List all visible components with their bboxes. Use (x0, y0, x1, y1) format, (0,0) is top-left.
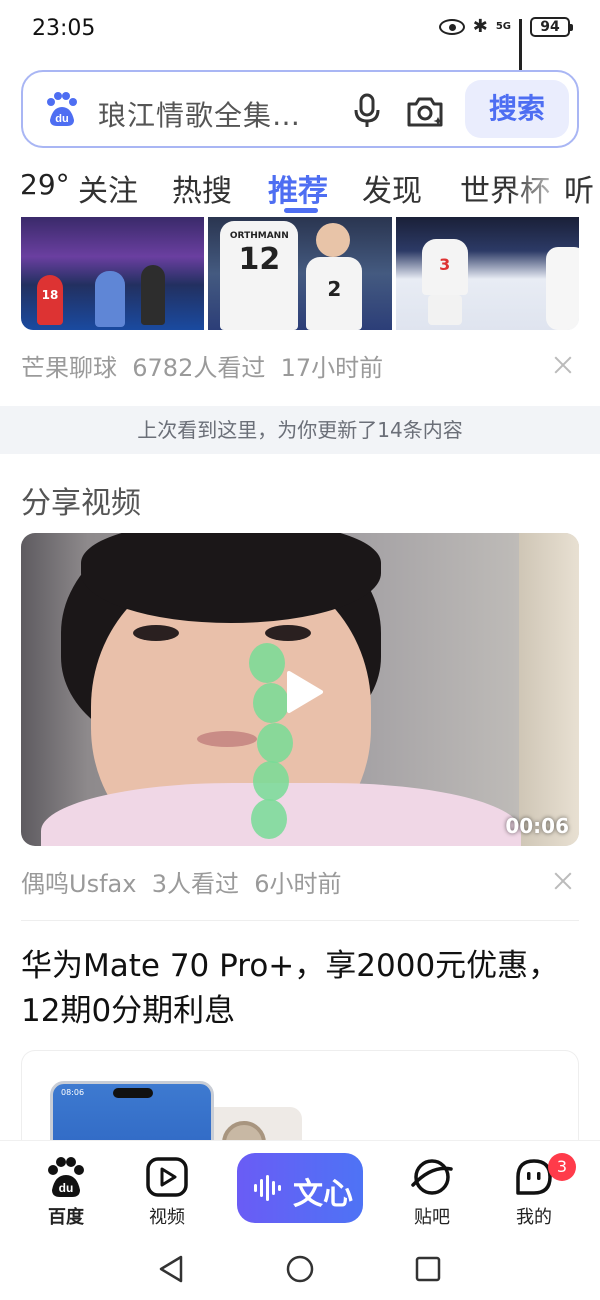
refresh-banner[interactable]: 上次看到这里，为你更新了14条内容 (0, 406, 600, 454)
volleyball-photo-1: 18 (21, 217, 205, 330)
channel-tabs: 29° 关注 热搜 推荐 发现 世界杯 听 (0, 160, 600, 213)
weather-temp: 29° (20, 168, 70, 201)
volleyball-photo-2: ORTHMANN 12 2 (208, 217, 392, 330)
eye-right (265, 625, 311, 641)
back-icon[interactable] (157, 1254, 185, 1284)
nav-wenxin-label: 文心 (293, 1177, 353, 1212)
tab-listen[interactable]: 听 (564, 166, 594, 210)
news-image-strip[interactable]: 18 ORTHMANN 12 2 3 (21, 217, 579, 330)
video-thumbnail[interactable]: 00:06 (21, 533, 579, 846)
phone-notch (113, 1088, 153, 1098)
nav-tieba[interactable]: 贴吧 (392, 1155, 472, 1229)
svg-text:du: du (55, 113, 68, 125)
nav-video[interactable]: 视频 (127, 1155, 207, 1229)
play-icon[interactable] (277, 667, 327, 717)
eye-left (133, 625, 179, 641)
baidu-paw-icon: du (48, 1157, 84, 1197)
eye-comfort-icon (438, 19, 465, 35)
search-button[interactable]: 搜索 (465, 80, 569, 138)
status-icons: ✱ 5G 94 (438, 16, 573, 73)
tieba-icon (411, 1159, 453, 1195)
video-meta: 偶鸣Usfax 3人看过 6小时前 (21, 864, 342, 899)
camera-search-icon[interactable] (405, 92, 445, 130)
player-right (545, 247, 579, 330)
svg-text:du: du (59, 1181, 74, 1195)
bluetooth-icon: ✱ (472, 16, 488, 37)
section-title: 分享视频 (21, 486, 141, 521)
card1-meta: 芒果聊球 6782人看过 17小时前 (21, 348, 383, 383)
baidu-logo-icon: du (47, 92, 77, 126)
network-type: 5G (495, 21, 511, 32)
video-views: 3人看过 (151, 870, 239, 898)
coach-figure (141, 265, 165, 325)
nav-profile-label: 我的 (516, 1207, 552, 1228)
microphone-icon[interactable] (351, 92, 383, 130)
search-query[interactable]: 琅江情歌全集… (98, 94, 301, 134)
video-source[interactable]: 偶鸣Usfax (21, 870, 136, 898)
weather-widget[interactable]: 29° (20, 168, 74, 201)
card1-dismiss-icon[interactable] (554, 356, 572, 374)
video-play-icon (146, 1157, 188, 1197)
ad-title[interactable]: 华为Mate 70 Pro+，享2000元优惠，12期0分期利息 (21, 944, 579, 1034)
tab-recommend[interactable]: 推荐 (268, 166, 328, 210)
signal-icon (519, 19, 522, 73)
system-nav-bar (0, 1232, 600, 1300)
mouth-shape (197, 731, 257, 747)
nav-tieba-label: 贴吧 (414, 1207, 450, 1228)
jersey-2: 2 (306, 257, 363, 330)
jersey-blue (95, 271, 125, 327)
player-legs (427, 295, 462, 325)
nav-baidu[interactable]: du 百度 (26, 1155, 106, 1229)
tab-discover[interactable]: 发现 (362, 166, 422, 210)
battery-icon: 94 (530, 17, 573, 37)
notification-badge: 3 (548, 1153, 576, 1181)
tab-follow[interactable]: 关注 (78, 166, 138, 210)
divider (21, 920, 579, 921)
nav-video-label: 视频 (149, 1207, 185, 1228)
video-dismiss-icon[interactable] (554, 872, 572, 890)
active-tab-indicator (284, 208, 318, 213)
bottom-nav: du 百度 视频 文心 贴吧 我的 3 (0, 1140, 600, 1232)
wenxin-icon (254, 1175, 281, 1201)
pillow-shape (519, 533, 579, 846)
jersey-red: 18 (37, 275, 63, 325)
jersey-12: ORTHMANN 12 (220, 221, 299, 330)
tab-hot-search[interactable]: 热搜 (172, 166, 232, 210)
volleyball-photo-3: 3 (395, 217, 579, 330)
video-time: 6小时前 (254, 870, 342, 898)
phone-screen-time: 08:06 (61, 1088, 85, 1097)
recents-icon[interactable] (414, 1254, 442, 1284)
jersey-3: 3 (421, 239, 468, 295)
search-box[interactable]: du 琅江情歌全集… 搜索 (21, 70, 579, 148)
card1-views: 6782人看过 (132, 354, 266, 382)
nav-baidu-label: 百度 (48, 1207, 84, 1228)
card1-time: 17小时前 (280, 354, 384, 382)
home-icon[interactable] (286, 1254, 314, 1284)
status-time: 23:05 (32, 16, 96, 41)
status-bar: 23:05 ✱ 5G 94 (0, 0, 600, 73)
ad-image[interactable]: 08:06 (21, 1050, 579, 1150)
player-head (316, 223, 351, 257)
nav-wenxin[interactable]: 文心 (237, 1153, 363, 1223)
video-duration: 00:06 (505, 814, 569, 838)
card1-source[interactable]: 芒果聊球 (21, 354, 117, 382)
